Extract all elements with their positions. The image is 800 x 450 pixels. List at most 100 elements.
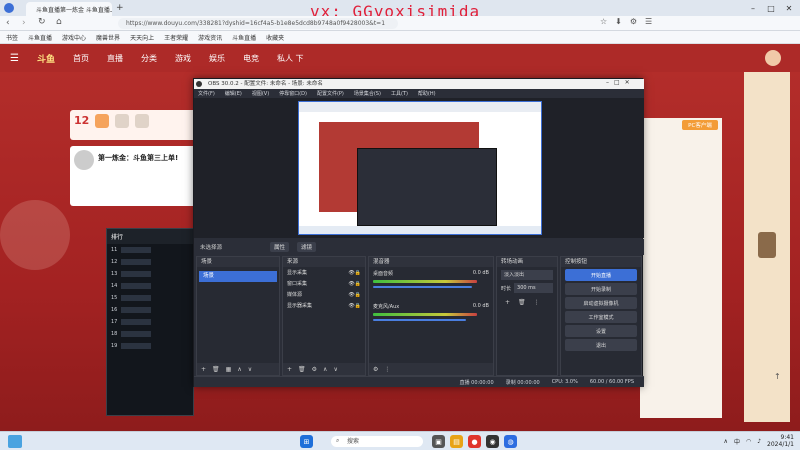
virtual-camera-button[interactable]: 启动虚拟摄像机 — [565, 297, 637, 309]
menu-icon[interactable]: ☰ — [10, 53, 19, 64]
rank-row[interactable]: 13 — [107, 268, 193, 280]
bookmark-item[interactable]: 斗鱼直播 — [232, 33, 256, 42]
bookmark-item[interactable]: 斗鱼直播 — [28, 33, 52, 42]
rank-row[interactable]: 12 — [107, 256, 193, 268]
input-method[interactable]: 中 — [734, 437, 740, 446]
start-recording-button[interactable]: 开始录制 — [565, 283, 637, 295]
gear-icon[interactable]: ⚙ — [312, 366, 317, 373]
bookmark-item[interactable]: 收藏夹 — [266, 33, 284, 42]
douyu-logo[interactable]: 斗鱼 — [37, 52, 55, 65]
home-icon[interactable]: ⌂ — [56, 17, 62, 27]
mixer-more-icon[interactable]: ⋮ — [384, 366, 390, 373]
rank-row[interactable]: 15 — [107, 292, 193, 304]
refresh-icon[interactable]: ↻ — [38, 17, 46, 27]
nav-item[interactable]: 分类 — [141, 53, 157, 64]
bookmark-item[interactable]: 书签 — [6, 33, 18, 42]
duration-input[interactable]: 300 ms — [514, 283, 553, 293]
settings-button[interactable]: 设置 — [565, 325, 637, 337]
volume-slider[interactable] — [373, 319, 466, 321]
nav-item[interactable]: 电竞 — [243, 53, 259, 64]
nav-item[interactable]: 直播 — [107, 53, 123, 64]
nav-item[interactable]: 游戏 — [175, 53, 191, 64]
up-icon[interactable]: ∧ — [237, 366, 241, 373]
menu-item[interactable]: 场景集合(S) — [354, 90, 381, 97]
scroll-top-icon[interactable]: ↑ — [774, 372, 781, 381]
source-item[interactable]: 媒体源 👁🔒 — [283, 289, 365, 300]
windows-start-icon[interactable]: ⊞ — [300, 435, 313, 448]
avatar[interactable] — [765, 50, 781, 66]
new-tab-icon[interactable]: + — [116, 3, 124, 13]
remove-transition-icon[interactable]: 🗑 — [518, 299, 526, 306]
promo-image[interactable] — [758, 232, 776, 258]
url-input[interactable]: https://www.douyu.com/338281?dyshid=16cf… — [118, 18, 398, 29]
bookmark-item[interactable]: 游戏中心 — [62, 33, 86, 42]
add-transition-icon[interactable]: + — [505, 299, 510, 306]
browser-taskbar-icon[interactable]: ◍ — [504, 435, 517, 448]
source-item[interactable]: 窗口采集 👁🔒 — [283, 278, 365, 289]
source-item[interactable]: 显示器采集 👁🔒 — [283, 300, 365, 311]
close-icon[interactable]: ✕ — [780, 0, 798, 16]
remove-icon[interactable]: 🗑 — [298, 366, 306, 373]
menu-item[interactable]: 停靠窗口(D) — [279, 90, 307, 97]
down-icon[interactable]: ∨ — [333, 366, 337, 373]
task-view-icon[interactable]: ▣ — [432, 435, 445, 448]
obs-taskbar-icon[interactable]: ◉ — [486, 435, 499, 448]
rank-row[interactable]: 11 — [107, 244, 193, 256]
share-icon[interactable] — [115, 114, 130, 128]
start-streaming-button[interactable]: 开始直播 — [565, 269, 637, 281]
rank-row[interactable]: 17 — [107, 316, 193, 328]
streamer-avatar[interactable] — [74, 150, 94, 170]
pc-client-button[interactable]: PC客户端 — [682, 120, 718, 130]
toolbar-icons[interactable]: ☆⬇⚙☰ — [600, 17, 660, 26]
weather-icon[interactable] — [8, 435, 22, 448]
rank-row[interactable]: 16 — [107, 304, 193, 316]
forward-icon[interactable]: › — [22, 18, 26, 28]
filter-icon[interactable]: ▦ — [226, 366, 232, 373]
back-icon[interactable]: ‹ — [6, 18, 10, 28]
menu-item[interactable]: 配置文件(P) — [317, 90, 344, 97]
preview-canvas[interactable] — [298, 101, 542, 235]
down-icon[interactable]: ∨ — [248, 366, 252, 373]
bookmark-item[interactable]: 魔兽世界 — [96, 33, 120, 42]
exit-button[interactable]: 退出 — [565, 339, 637, 351]
add-icon[interactable]: + — [201, 366, 206, 373]
network-icon[interactable]: ◠ — [746, 438, 751, 445]
filters-button[interactable]: 滤镜 — [297, 242, 317, 252]
rank-row[interactable]: 19 — [107, 340, 193, 352]
studio-mode-button[interactable]: 工作室模式 — [565, 311, 637, 323]
scene-item[interactable]: 场景 — [199, 271, 277, 282]
app-icon[interactable]: ● — [468, 435, 481, 448]
remove-icon[interactable]: 🗑 — [212, 366, 220, 373]
maximize-icon[interactable]: □ — [762, 0, 780, 16]
volume-slider[interactable] — [373, 286, 472, 288]
properties-button[interactable]: 属性 — [270, 242, 290, 252]
menu-item[interactable]: 编辑(E) — [225, 90, 242, 97]
transition-select[interactable]: 淡入淡出 — [501, 270, 553, 280]
menu-item[interactable]: 视图(V) — [252, 90, 269, 97]
tray-up-icon[interactable]: ∧ — [724, 438, 728, 445]
nav-item[interactable]: 私人 下 — [277, 53, 304, 64]
bookmark-item[interactable]: 天天向上 — [130, 33, 154, 42]
gift-icon[interactable] — [95, 114, 110, 128]
menu-item[interactable]: 帮助(H) — [418, 90, 436, 97]
bookmark-item[interactable]: 游戏资讯 — [198, 33, 222, 42]
minimize-icon[interactable]: – — [744, 0, 762, 16]
nav-item[interactable]: 首页 — [73, 53, 89, 64]
up-icon[interactable]: ∧ — [323, 366, 327, 373]
menu-item[interactable]: 文件(F) — [198, 90, 215, 97]
nav-item[interactable]: 娱乐 — [209, 53, 225, 64]
clock[interactable]: 9:41 2024/1/1 — [767, 434, 794, 448]
bookmark-item[interactable]: 王者荣耀 — [164, 33, 188, 42]
mixer-gear-icon[interactable]: ⚙ — [373, 366, 378, 373]
taskbar-search[interactable]: 搜索 — [331, 436, 423, 447]
transition-more-icon[interactable]: ⋮ — [534, 299, 540, 306]
add-icon[interactable]: + — [287, 366, 292, 373]
tab-active[interactable]: 斗鱼直播第一炼金 斗鱼直播上... — [26, 2, 112, 16]
rank-row[interactable]: 14 — [107, 280, 193, 292]
file-explorer-icon[interactable]: ▤ — [450, 435, 463, 448]
obs-window-controls[interactable]: –□✕ — [606, 79, 644, 89]
source-item[interactable]: 显示采集 👁🔒 — [283, 267, 365, 278]
rank-row[interactable]: 18 — [107, 328, 193, 340]
volume-icon[interactable]: ♪ — [757, 438, 761, 445]
report-icon[interactable] — [135, 114, 150, 128]
